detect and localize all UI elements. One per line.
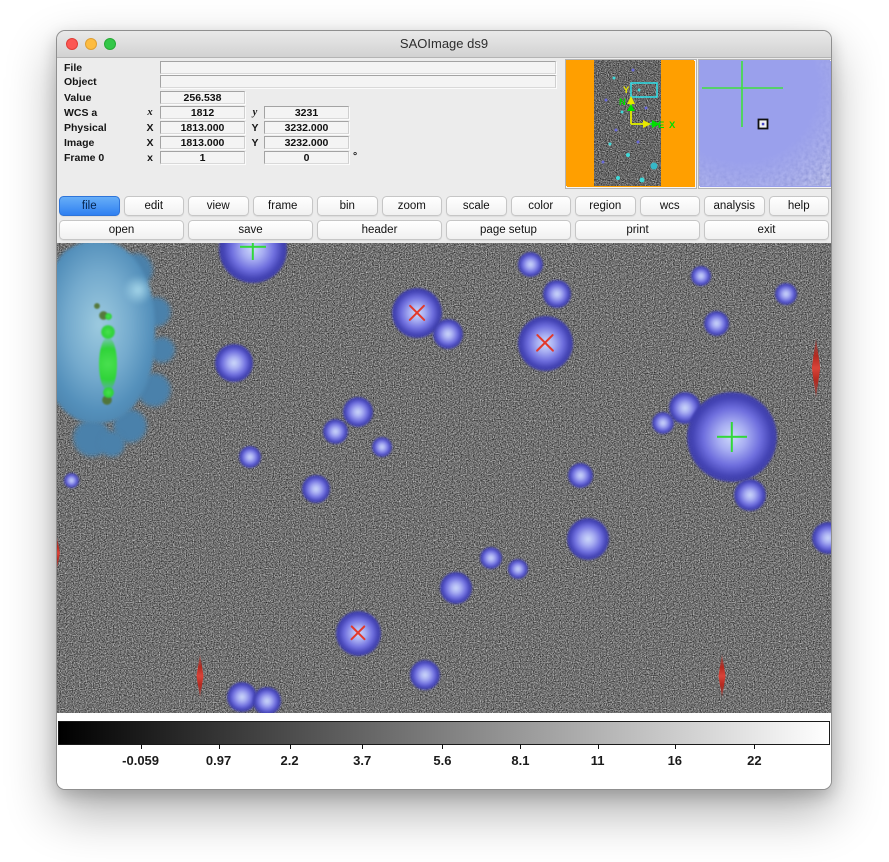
magnifier-cursor-box bbox=[759, 120, 768, 129]
colorbar-tick bbox=[141, 744, 142, 749]
physical-y-field: 3232.000 bbox=[264, 121, 349, 134]
colorbar-tick-label: 3.7 bbox=[353, 753, 371, 768]
image-y-field: 3232.000 bbox=[264, 136, 349, 149]
wcs-y-field: 3231 bbox=[264, 106, 349, 119]
menu-file[interactable]: file bbox=[59, 196, 120, 216]
frame-label: Frame 0 bbox=[64, 152, 104, 164]
degree-symbol: ° bbox=[353, 150, 357, 162]
colorbar-tick bbox=[290, 744, 291, 749]
colorbar-gradient[interactable] bbox=[58, 721, 830, 745]
colorbar-ticks: -0.059 0.97 2.2 3.7 5.6 8.1 11 16 22 bbox=[58, 744, 830, 784]
region-marker-x bbox=[348, 623, 368, 643]
file-save-button[interactable]: save bbox=[188, 220, 313, 240]
menu-zoom[interactable]: zoom bbox=[382, 196, 443, 216]
titlebar[interactable]: SAOImage ds9 bbox=[57, 31, 831, 58]
frame-zoom-field: 1 bbox=[160, 151, 245, 164]
star-blob bbox=[518, 252, 543, 277]
magnifier-graphic bbox=[699, 60, 830, 186]
menu-bin[interactable]: bin bbox=[317, 196, 378, 216]
frame-rotate-field: 0 bbox=[264, 151, 349, 164]
file-open-button[interactable]: open bbox=[59, 220, 184, 240]
menu-help[interactable]: help bbox=[769, 196, 830, 216]
colorbar-tick bbox=[754, 744, 755, 749]
star-blob bbox=[568, 463, 593, 488]
star-blob bbox=[253, 687, 281, 713]
colorbar-tick bbox=[219, 744, 220, 749]
file-header-button[interactable]: header bbox=[317, 220, 442, 240]
menu-view[interactable]: view bbox=[188, 196, 249, 216]
compass-y-label: Y bbox=[623, 85, 630, 96]
image-x-field: 1813.000 bbox=[160, 136, 245, 149]
star-blob bbox=[302, 475, 330, 503]
panner[interactable]: Y N E X bbox=[565, 59, 697, 189]
ds9-window: SAOImage ds9 File Object Value 256.538 W… bbox=[56, 30, 832, 790]
wcs-label: WCS a bbox=[64, 107, 97, 119]
magnifier bbox=[698, 59, 832, 189]
image-canvas[interactable] bbox=[57, 243, 831, 713]
file-label: File bbox=[64, 62, 82, 74]
colorbar-tick-label: -0.059 bbox=[122, 753, 159, 768]
menu-wcs[interactable]: wcs bbox=[640, 196, 701, 216]
colorbar-tick-label: 11 bbox=[591, 753, 605, 768]
galaxy-blob bbox=[57, 243, 189, 456]
wcs-x-field: 1812 bbox=[160, 106, 245, 119]
star-blob bbox=[691, 266, 711, 286]
menu-edit[interactable]: edit bbox=[124, 196, 185, 216]
menubar: file edit view frame bin zoom scale colo… bbox=[57, 192, 831, 243]
file-exit-button[interactable]: exit bbox=[704, 220, 829, 240]
colorbar-tick-label: 22 bbox=[747, 753, 761, 768]
star-blob bbox=[508, 559, 528, 579]
colorbar-tick-label: 0.97 bbox=[206, 753, 231, 768]
region-marker-x bbox=[533, 331, 557, 355]
info-panel: File Object Value 256.538 WCS a x 1812 y… bbox=[57, 58, 831, 192]
window-title: SAOImage ds9 bbox=[57, 36, 831, 51]
region-marker-plus bbox=[240, 243, 266, 260]
colorbar-tick bbox=[598, 744, 599, 749]
compass-x-label: X bbox=[669, 120, 676, 131]
physical-label: Physical bbox=[64, 122, 107, 134]
colorbar-tick bbox=[675, 744, 676, 749]
menu-region[interactable]: region bbox=[575, 196, 636, 216]
colorbar-tick-label: 16 bbox=[668, 753, 682, 768]
star-blob bbox=[215, 344, 253, 382]
colorbar-tick bbox=[362, 744, 363, 749]
menu-row-main: file edit view frame bin zoom scale colo… bbox=[58, 196, 830, 216]
value-label: Value bbox=[64, 92, 91, 104]
menu-row-file-commands: open save header page setup print exit bbox=[58, 220, 830, 240]
menu-frame[interactable]: frame bbox=[253, 196, 314, 216]
colorbar-tick bbox=[442, 744, 443, 749]
star-blob bbox=[543, 280, 571, 308]
compass-n-label: N bbox=[619, 97, 626, 108]
colorbar-tick-label: 8.1 bbox=[511, 753, 529, 768]
menu-scale[interactable]: scale bbox=[446, 196, 507, 216]
star-blob bbox=[410, 660, 440, 690]
file-field bbox=[160, 61, 556, 74]
star-blob bbox=[704, 311, 729, 336]
region-marker-x bbox=[406, 302, 428, 324]
value-field: 256.538 bbox=[160, 91, 245, 104]
galaxy-light-patch bbox=[123, 275, 153, 305]
image-label: Image bbox=[64, 137, 94, 149]
colorbar-tick bbox=[520, 744, 521, 749]
region-marker-plus bbox=[717, 422, 747, 452]
colorbar-tick-label: 5.6 bbox=[433, 753, 451, 768]
star-blob bbox=[323, 419, 348, 444]
star-blob bbox=[372, 437, 392, 457]
colorbar-tick-label: 2.2 bbox=[281, 753, 299, 768]
menu-color[interactable]: color bbox=[511, 196, 572, 216]
physical-x-field: 1813.000 bbox=[160, 121, 245, 134]
colorbar-section: -0.059 0.97 2.2 3.7 5.6 8.1 11 16 22 bbox=[57, 713, 831, 790]
file-page-setup-button[interactable]: page setup bbox=[446, 220, 571, 240]
star-blob bbox=[64, 473, 79, 488]
object-field bbox=[160, 75, 556, 88]
galaxy-core-green bbox=[99, 337, 117, 391]
object-label: Object bbox=[64, 76, 97, 88]
star-blob bbox=[433, 319, 463, 349]
menu-analysis[interactable]: analysis bbox=[704, 196, 765, 216]
file-print-button[interactable]: print bbox=[575, 220, 700, 240]
star-blob bbox=[343, 397, 373, 427]
panner-graphic: Y N E X bbox=[566, 60, 694, 186]
compass-e-label: E bbox=[658, 120, 664, 131]
